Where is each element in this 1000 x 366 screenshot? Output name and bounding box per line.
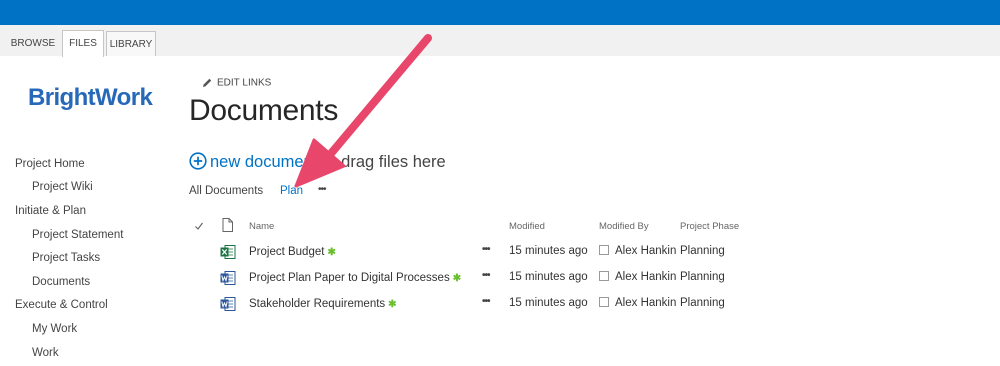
word-icon	[220, 297, 236, 311]
document-name: Stakeholder Requirements	[249, 298, 386, 310]
modified-cell: 15 minutes ago	[509, 245, 588, 257]
project-phase-cell: Planning	[680, 271, 725, 283]
excel-icon	[220, 245, 236, 259]
column-header-project-phase[interactable]: Project Phase	[680, 221, 739, 232]
modified-cell: 15 minutes ago	[509, 271, 588, 283]
nav-execute-control[interactable]: Execute & Control	[15, 299, 108, 311]
new-item-marker: ✱	[452, 273, 462, 284]
user-link[interactable]: Alex Hankin	[615, 271, 676, 283]
drag-files-hint: or drag files here	[317, 153, 446, 171]
suite-bar	[0, 0, 1000, 25]
new-document-link[interactable]: new document	[210, 153, 317, 171]
row-menu-button[interactable]: •••	[482, 296, 490, 307]
edit-links[interactable]: EDIT LINKS	[201, 77, 271, 89]
view-all-documents[interactable]: All Documents	[189, 185, 263, 197]
nav-project-home[interactable]: Project Home	[15, 158, 85, 170]
nav-work[interactable]: Work	[32, 347, 59, 359]
ribbon: BROWSE FILES LIBRARY	[0, 25, 1000, 57]
nav-project-tasks[interactable]: Project Tasks	[32, 252, 100, 264]
nav-my-work[interactable]: My Work	[32, 323, 77, 335]
document-name-link[interactable]: Stakeholder Requirements ✱	[249, 298, 397, 310]
document-name-link[interactable]: Project Budget ✱	[249, 246, 336, 258]
column-header-modified[interactable]: Modified	[509, 221, 545, 232]
site-logo[interactable]: BrightWork	[28, 84, 153, 112]
presence-indicator	[599, 245, 609, 255]
nav-documents[interactable]: Documents	[32, 276, 90, 288]
row-menu-button[interactable]: •••	[482, 244, 490, 255]
new-document-row: new document or drag files here	[189, 152, 446, 172]
select-all-checkmark-icon[interactable]	[194, 221, 204, 231]
page-title: Documents	[189, 94, 339, 127]
project-phase-cell: Planning	[680, 297, 725, 309]
document-name-link[interactable]: Project Plan Paper to Digital Processes ✱	[249, 272, 461, 284]
user-link[interactable]: Alex Hankin	[615, 297, 676, 309]
column-header-modified-by[interactable]: Modified By	[599, 221, 649, 232]
file-type-icon	[222, 218, 233, 232]
user-link[interactable]: Alex Hankin	[615, 245, 676, 257]
modified-by-cell: Alex Hankin	[599, 245, 676, 257]
word-icon	[220, 271, 236, 285]
tab-browse[interactable]: BROWSE	[9, 31, 57, 56]
nav-project-wiki[interactable]: Project Wiki	[32, 181, 93, 193]
modified-by-cell: Alex Hankin	[599, 271, 676, 283]
pencil-icon	[203, 78, 212, 87]
view-plan[interactable]: Plan	[280, 185, 303, 197]
presence-indicator	[599, 297, 609, 307]
presence-indicator	[599, 271, 609, 281]
modified-cell: 15 minutes ago	[509, 297, 588, 309]
document-name: Project Plan Paper to Digital Processes	[249, 272, 450, 284]
more-views-button[interactable]: •••	[318, 184, 326, 195]
nav-project-statement[interactable]: Project Statement	[32, 229, 123, 241]
edit-links-label: EDIT LINKS	[217, 77, 272, 89]
modified-by-cell: Alex Hankin	[599, 297, 676, 309]
tab-files[interactable]: FILES	[62, 30, 104, 57]
row-menu-button[interactable]: •••	[482, 270, 490, 281]
add-circle-icon[interactable]	[189, 152, 207, 170]
tab-library[interactable]: LIBRARY	[106, 31, 156, 56]
column-header-name[interactable]: Name	[249, 221, 274, 232]
nav-initiate-plan[interactable]: Initiate & Plan	[15, 205, 86, 217]
new-item-marker: ✱	[327, 247, 336, 258]
project-phase-cell: Planning	[680, 245, 725, 257]
new-item-marker: ✱	[388, 299, 397, 310]
document-name: Project Budget	[249, 246, 325, 258]
